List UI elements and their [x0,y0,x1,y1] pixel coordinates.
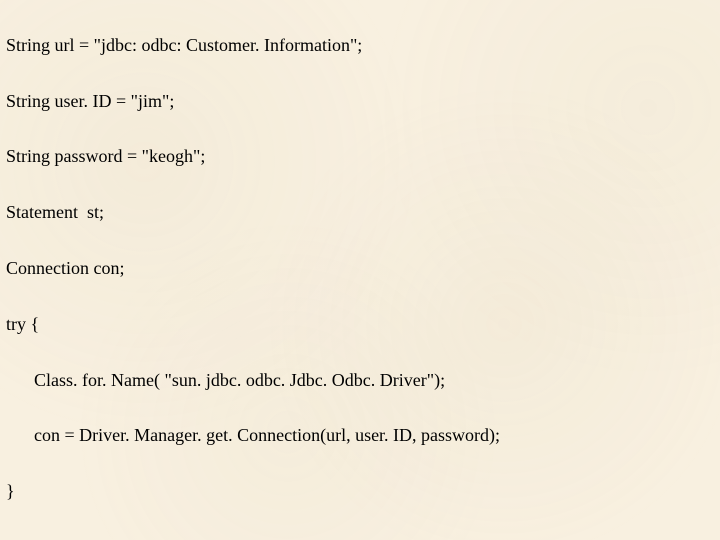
code-line: String user. ID = "jim"; [6,88,714,116]
code-line: Statement st; [6,199,714,227]
code-line: catch (Class. Not. Found. Exception erro… [6,534,714,540]
code-line: Connection con; [6,255,714,283]
code-line: String url = "jdbc: odbc: Customer. Info… [6,32,714,60]
code-line: } [6,478,714,506]
code-line: try { [6,311,714,339]
code-block: String url = "jdbc: odbc: Customer. Info… [6,4,714,540]
code-line: String password = "keogh"; [6,143,714,171]
code-line: Class. for. Name( "sun. jdbc. odbc. Jdbc… [6,367,714,395]
code-line: con = Driver. Manager. get. Connection(u… [6,422,714,450]
